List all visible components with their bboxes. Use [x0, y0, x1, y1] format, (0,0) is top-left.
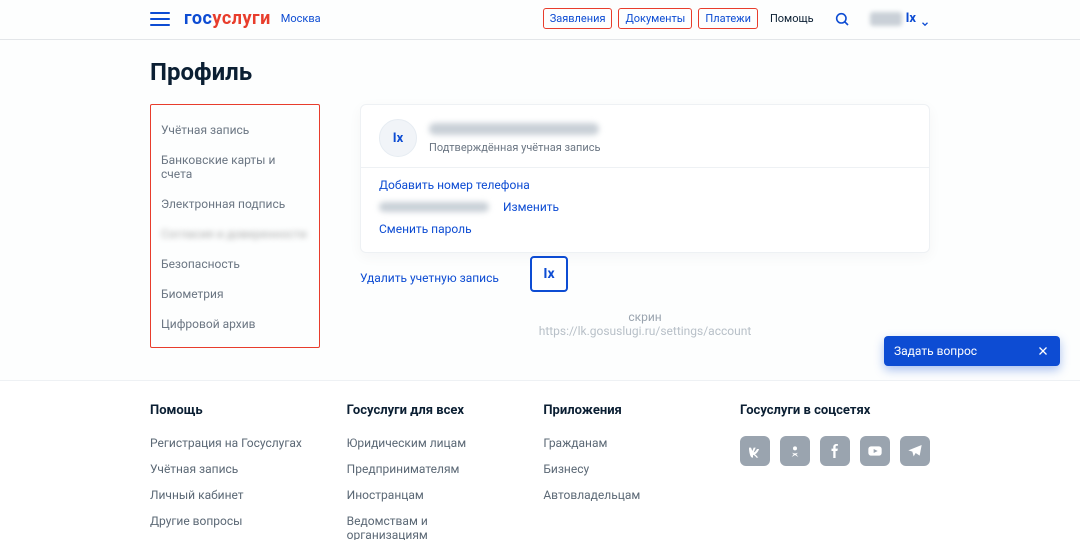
- nav-help[interactable]: Помощь: [764, 9, 820, 28]
- logo-part2: услуги: [212, 8, 270, 29]
- facebook-icon[interactable]: [820, 436, 850, 466]
- annotation-box: Ix: [530, 256, 568, 292]
- account-status: Подтверждённая учётная запись: [429, 141, 600, 154]
- avatar: Ix: [379, 119, 417, 157]
- footer-link-citizens[interactable]: Гражданам: [543, 436, 700, 450]
- sidebar-item-consents[interactable]: Согласия и доверенности: [159, 219, 311, 249]
- footer-link-agencies[interactable]: Ведомствам и организациям: [347, 514, 504, 540]
- menu-icon[interactable]: [150, 12, 170, 26]
- page: Профиль Учётная запись Банковские карты …: [150, 40, 930, 348]
- sidebar-item-biometrics[interactable]: Биометрия: [159, 279, 311, 309]
- footer-link-business[interactable]: Бизнесу: [543, 462, 700, 476]
- telegram-icon[interactable]: [900, 436, 930, 466]
- nav-applications[interactable]: Заявления: [543, 8, 613, 29]
- footer-col-help: Помощь Регистрация на Госуслугах Учётная…: [150, 403, 307, 540]
- logo-part1: гос: [184, 8, 212, 29]
- delete-account-link[interactable]: Удалить учетную запись: [360, 271, 499, 285]
- search-icon[interactable]: [834, 11, 850, 27]
- nav-payments[interactable]: Платежи: [698, 8, 758, 29]
- email-row: Изменить: [379, 200, 911, 214]
- sidebar-item-bank-cards[interactable]: Банковские карты и счета: [159, 145, 311, 189]
- footer: Помощь Регистрация на Госуслугах Учётная…: [0, 380, 1080, 540]
- social-buttons: [740, 436, 930, 466]
- header: госуслуги Москва Заявления Документы Пла…: [0, 0, 1080, 40]
- user-name-blur: [870, 12, 902, 26]
- footer-col-social: Госуслуги в соцсетях: [740, 403, 930, 540]
- nav-documents[interactable]: Документы: [618, 8, 692, 29]
- change-password-link[interactable]: Сменить пароль: [379, 222, 472, 236]
- nav-links: Заявления Документы Платежи Помощь Ix: [543, 8, 930, 29]
- email-blur: [379, 202, 489, 212]
- footer-heading-apps: Приложения: [543, 403, 700, 418]
- sidebar: Учётная запись Банковские карты и счета …: [150, 104, 320, 348]
- sidebar-item-security[interactable]: Безопасность: [159, 249, 311, 279]
- header-inner: госуслуги Москва Заявления Документы Пла…: [150, 8, 930, 29]
- annotation-caption: скрин: [360, 310, 930, 324]
- ask-question-button[interactable]: Задать вопрос: [884, 336, 1060, 366]
- footer-heading-forall: Госуслуги для всех: [347, 403, 504, 418]
- footer-inner: Помощь Регистрация на Госуслугах Учётная…: [150, 403, 930, 540]
- user-initials: Ix: [906, 11, 916, 26]
- divider: [361, 167, 929, 168]
- chevron-down-icon: [920, 14, 930, 24]
- footer-link-other[interactable]: Другие вопросы: [150, 514, 307, 528]
- youtube-icon[interactable]: [860, 436, 890, 466]
- footer-link-foreigners[interactable]: Иностранцам: [347, 488, 504, 502]
- delete-row: Удалить учетную запись: [360, 267, 930, 286]
- profile-info: Подтверждённая учётная запись: [429, 123, 600, 154]
- layout: Учётная запись Банковские карты и счета …: [150, 104, 930, 348]
- change-email-link[interactable]: Изменить: [503, 200, 559, 214]
- sidebar-item-esignature[interactable]: Электронная подпись: [159, 189, 311, 219]
- vk-icon[interactable]: [740, 436, 770, 466]
- user-fullname-blur: [429, 123, 599, 135]
- footer-heading-social: Госуслуги в соцсетях: [740, 403, 930, 418]
- footer-col-forall: Госуслуги для всех Юридическим лицам Пре…: [347, 403, 504, 540]
- user-menu[interactable]: Ix: [870, 11, 930, 26]
- footer-link-car-owners[interactable]: Автовладельцам: [543, 488, 700, 502]
- sidebar-item-account[interactable]: Учётная запись: [159, 115, 311, 145]
- footer-link-cabinet[interactable]: Личный кабинет: [150, 488, 307, 502]
- add-phone-link[interactable]: Добавить номер телефона: [379, 178, 911, 192]
- main: Ix Подтверждённая учётная запись Добавит…: [360, 104, 930, 348]
- footer-heading-help: Помощь: [150, 403, 307, 418]
- footer-link-entrepreneurs[interactable]: Предпринимателям: [347, 462, 504, 476]
- city-selector[interactable]: Москва: [281, 12, 321, 25]
- footer-link-registration[interactable]: Регистрация на Госуслугах: [150, 436, 307, 450]
- profile-row: Ix Подтверждённая учётная запись: [379, 119, 911, 157]
- logo[interactable]: госуслуги: [184, 8, 271, 29]
- ok-icon[interactable]: [780, 436, 810, 466]
- ask-question-label: Задать вопрос: [894, 344, 977, 358]
- account-card: Ix Подтверждённая учётная запись Добавит…: [360, 104, 930, 253]
- page-title: Профиль: [150, 58, 930, 86]
- annotation-url: https://lk.gosuslugi.ru/settings/account: [360, 324, 930, 338]
- sidebar-item-archive[interactable]: Цифровой архив: [159, 309, 311, 339]
- footer-link-legal[interactable]: Юридическим лицам: [347, 436, 504, 450]
- footer-col-apps: Приложения Гражданам Бизнесу Автовладель…: [543, 403, 700, 540]
- password-row: Сменить пароль: [379, 222, 911, 236]
- footer-link-account[interactable]: Учётная запись: [150, 462, 307, 476]
- close-icon[interactable]: [1036, 344, 1050, 358]
